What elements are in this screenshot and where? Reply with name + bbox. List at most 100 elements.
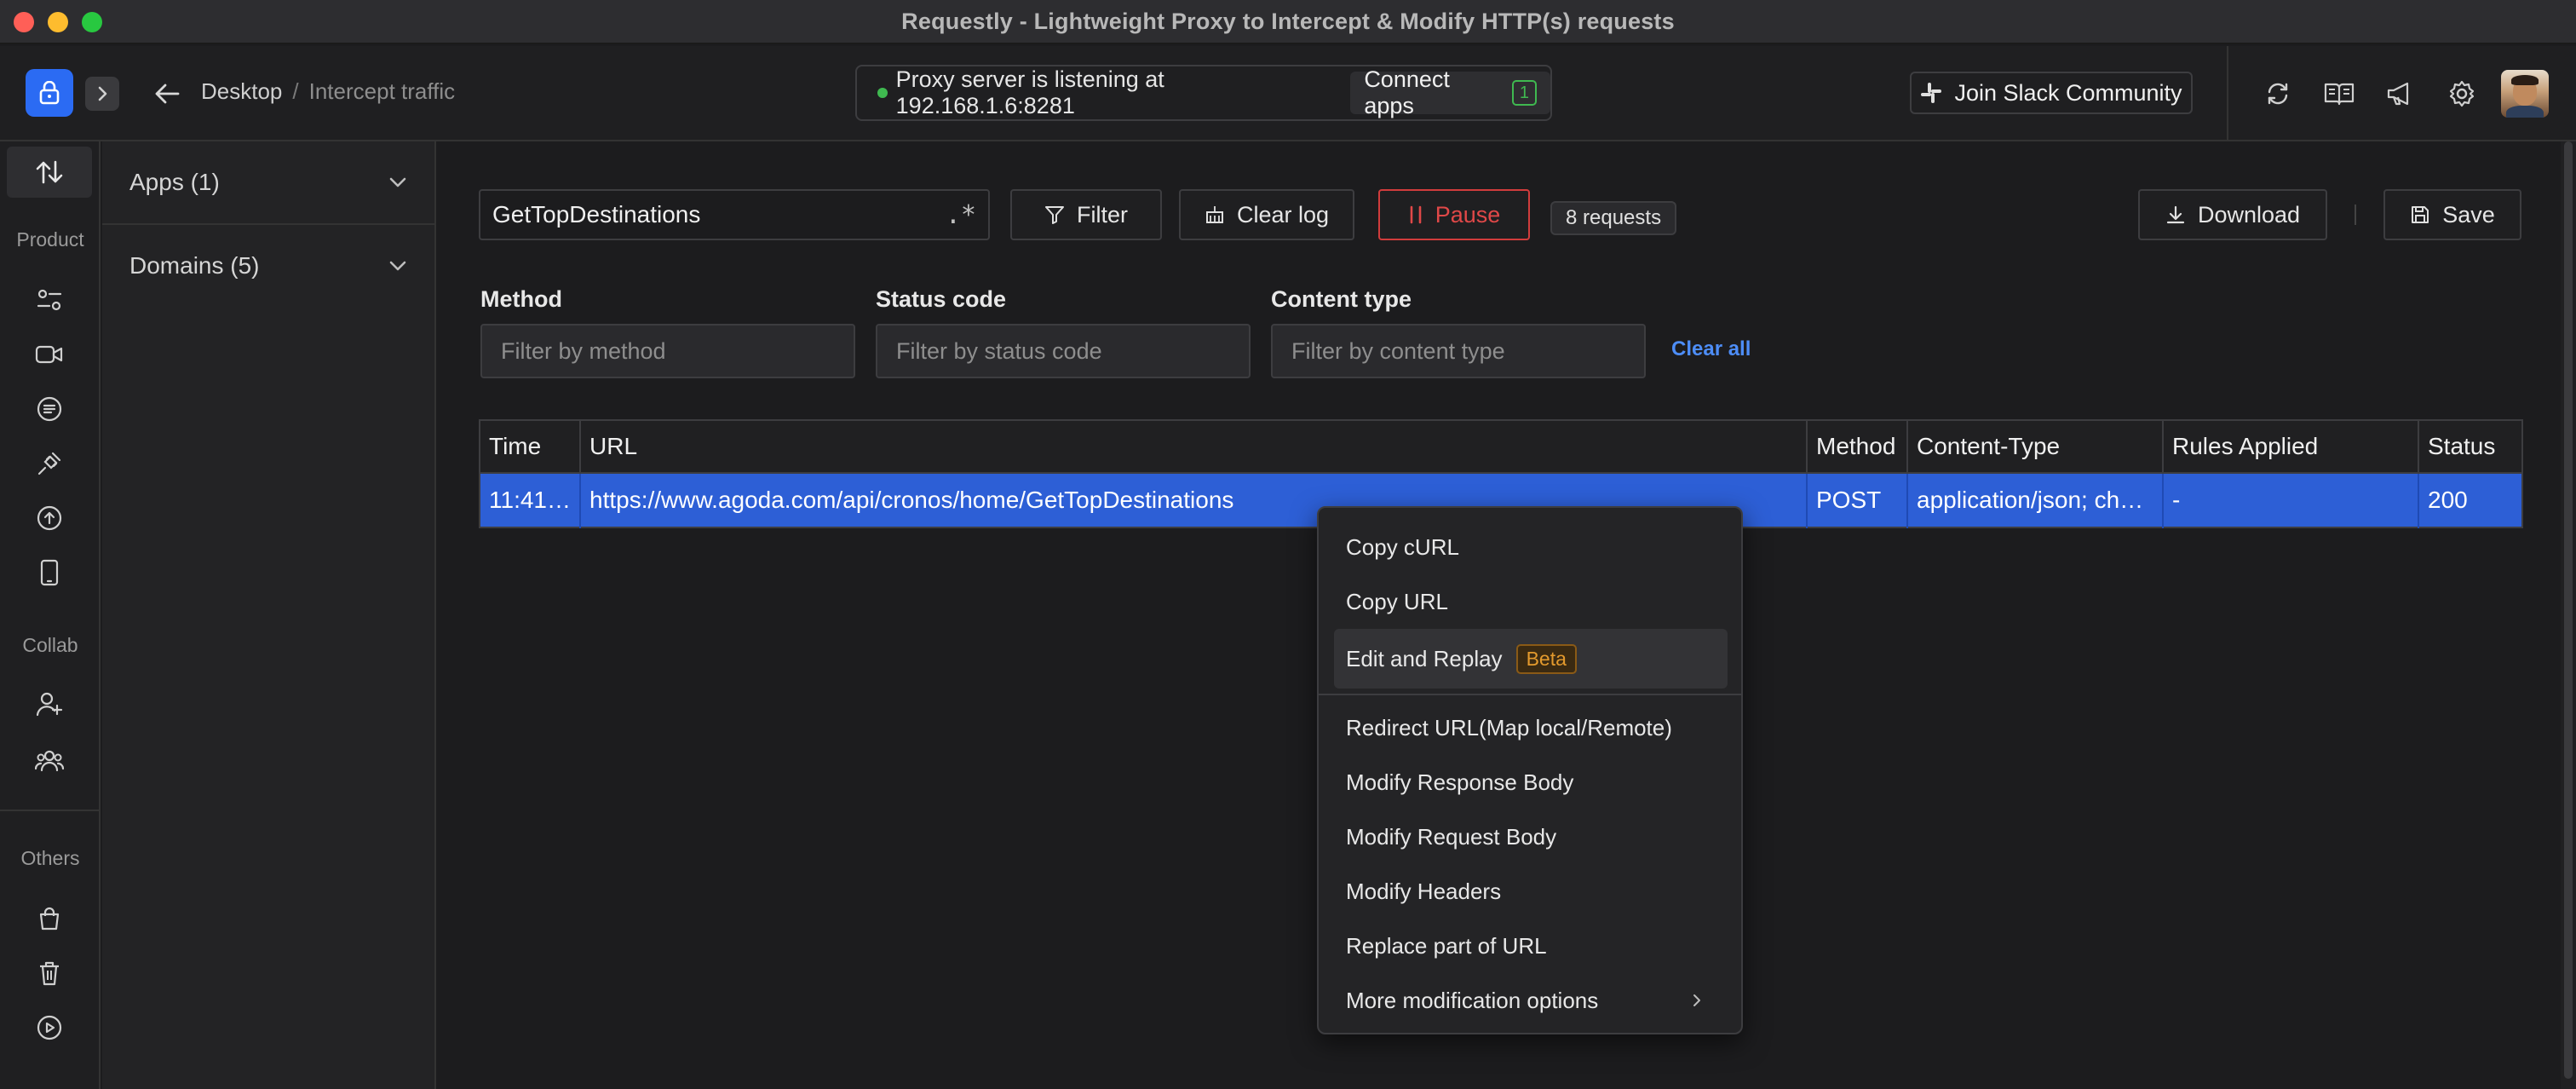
arrows-up-down-icon xyxy=(35,159,64,185)
expand-sidebar-button[interactable] xyxy=(85,77,119,111)
menu-item-redirect-url[interactable]: Redirect URL(Map local/Remote) xyxy=(1334,700,1728,755)
nav-divider xyxy=(0,810,99,811)
download-label: Download xyxy=(2197,201,2301,228)
add-user-icon[interactable] xyxy=(32,687,66,721)
status-filter-label: Status code xyxy=(876,286,1007,312)
menu-item-modify-response-body[interactable]: Modify Response Body xyxy=(1334,755,1728,810)
slack-label: Join Slack Community xyxy=(1954,79,2182,106)
request-count-badge: 8 requests xyxy=(1550,201,1677,235)
edit-and-replay-label: Edit and Replay xyxy=(1346,645,1503,671)
cell-rules-applied: - xyxy=(2163,473,2419,527)
team-icon[interactable] xyxy=(32,743,66,777)
settings-icon[interactable] xyxy=(2445,77,2479,111)
close-window-button[interactable] xyxy=(14,12,34,32)
menu-item-replace-part-of-url[interactable]: Replace part of URL xyxy=(1334,919,1728,973)
cell-content-type: application/json; ch… xyxy=(1907,473,2164,527)
breadcrumb-desktop[interactable]: Desktop xyxy=(201,78,282,105)
method-filter-label: Method xyxy=(480,286,562,312)
pause-label: Pause xyxy=(1435,201,1501,228)
nav-network-traffic[interactable] xyxy=(7,147,92,198)
menu-item-modify-request-body[interactable]: Modify Request Body xyxy=(1334,810,1728,864)
chevron-right-icon xyxy=(1692,993,1702,1008)
content-type-filter-input[interactable] xyxy=(1291,337,1625,365)
toolbar-divider xyxy=(2355,205,2356,225)
window-titlebar: Requestly - Lightweight Proxy to Interce… xyxy=(0,0,2576,44)
table-header-row: Time URL Method Content-Type Rules Appli… xyxy=(480,420,2522,474)
window-controls xyxy=(14,12,102,32)
mobile-device-icon[interactable] xyxy=(32,556,66,590)
file-upload-icon[interactable] xyxy=(32,501,66,535)
column-header-content-type[interactable]: Content-Type xyxy=(1907,420,2164,474)
cell-method: POST xyxy=(1807,473,1908,527)
breadcrumb-separator: / xyxy=(292,78,299,104)
nav-section-collab: Collab xyxy=(22,634,78,656)
announcement-icon[interactable] xyxy=(2383,77,2418,111)
nav-section-others: Others xyxy=(20,847,80,869)
play-circle-icon[interactable] xyxy=(32,1011,66,1045)
chevron-right-icon xyxy=(95,85,109,102)
menu-item-copy-curl[interactable]: Copy cURL xyxy=(1334,520,1728,574)
header-divider xyxy=(2227,46,2228,141)
column-header-status[interactable]: Status xyxy=(2418,420,2522,474)
breadcrumb-current: Intercept traffic xyxy=(308,78,456,104)
apps-group-label: Apps (1) xyxy=(129,169,220,195)
apps-group-toggle[interactable]: Apps (1) xyxy=(102,141,434,223)
download-icon xyxy=(2165,205,2186,225)
status-filter-input[interactable] xyxy=(896,337,1230,365)
domains-group-label: Domains (5) xyxy=(129,252,260,279)
menu-item-modify-headers[interactable]: Modify Headers xyxy=(1334,864,1728,919)
beta-badge: Beta xyxy=(1515,643,1577,674)
breadcrumb: Desktop / Intercept traffic xyxy=(201,78,455,105)
nav-section-product: Product xyxy=(16,228,84,251)
regex-toggle-icon[interactable]: .* xyxy=(946,200,976,230)
column-header-method[interactable]: Method xyxy=(1807,420,1908,474)
request-context-menu: Copy cURL Copy URL Edit and Replay Beta … xyxy=(1317,506,1743,1034)
status-dot-icon xyxy=(877,88,888,98)
column-header-time[interactable]: Time xyxy=(480,420,581,474)
menu-item-copy-url[interactable]: Copy URL xyxy=(1334,574,1728,629)
funnel-icon xyxy=(1044,205,1065,225)
column-header-rules-applied[interactable]: Rules Applied xyxy=(2163,420,2419,474)
video-camera-icon[interactable] xyxy=(32,337,66,372)
menu-item-edit-and-replay[interactable]: Edit and Replay Beta xyxy=(1334,629,1728,689)
chevron-down-icon xyxy=(388,176,407,188)
download-button[interactable]: Download xyxy=(2138,189,2327,240)
rules-icon[interactable] xyxy=(32,283,66,317)
docs-icon[interactable] xyxy=(2322,77,2356,111)
traffic-grouping-sidebar: Apps (1) Domains (5) xyxy=(102,141,436,1089)
brand-logo-button[interactable] xyxy=(26,69,73,117)
domains-group-toggle[interactable]: Domains (5) xyxy=(102,225,434,307)
save-button[interactable]: Save xyxy=(2383,189,2521,240)
minimize-window-button[interactable] xyxy=(48,12,68,32)
mock-list-icon[interactable] xyxy=(32,392,66,426)
search-box: .* xyxy=(479,189,990,240)
more-options-label: More modification options xyxy=(1346,987,1599,1013)
api-client-plug-icon[interactable] xyxy=(32,447,66,481)
arrow-left-icon xyxy=(154,83,180,105)
filter-button[interactable]: Filter xyxy=(1010,189,1162,240)
clear-all-filters-link[interactable]: Clear all xyxy=(1671,337,1751,361)
status-filter-box xyxy=(876,324,1251,378)
back-button[interactable] xyxy=(150,77,184,111)
pause-button[interactable]: Pause xyxy=(1378,189,1530,240)
clear-log-button[interactable]: Clear log xyxy=(1179,189,1354,240)
save-label: Save xyxy=(2442,201,2495,228)
method-filter-input[interactable] xyxy=(501,337,835,365)
column-header-url[interactable]: URL xyxy=(580,420,1808,474)
clear-log-label: Clear log xyxy=(1236,201,1330,228)
sync-icon[interactable] xyxy=(2261,77,2295,111)
user-avatar[interactable] xyxy=(2501,70,2549,118)
shopping-bag-icon[interactable] xyxy=(32,902,66,936)
menu-divider xyxy=(1319,694,1741,695)
content-type-filter-box xyxy=(1271,324,1646,378)
connect-apps-button[interactable]: Connect apps 1 xyxy=(1350,66,1550,118)
join-slack-button[interactable]: Join Slack Community xyxy=(1910,72,2193,114)
menu-item-more-modification-options[interactable]: More modification options xyxy=(1334,973,1728,1028)
slack-icon xyxy=(1920,82,1942,104)
zoom-window-button[interactable] xyxy=(82,12,102,32)
trash-icon[interactable] xyxy=(32,956,66,990)
scrollbar-thumb[interactable] xyxy=(2564,141,2573,1079)
main-scrollbar[interactable] xyxy=(2561,141,2576,1089)
cell-status: 200 xyxy=(2418,473,2522,527)
search-input[interactable] xyxy=(492,201,918,228)
